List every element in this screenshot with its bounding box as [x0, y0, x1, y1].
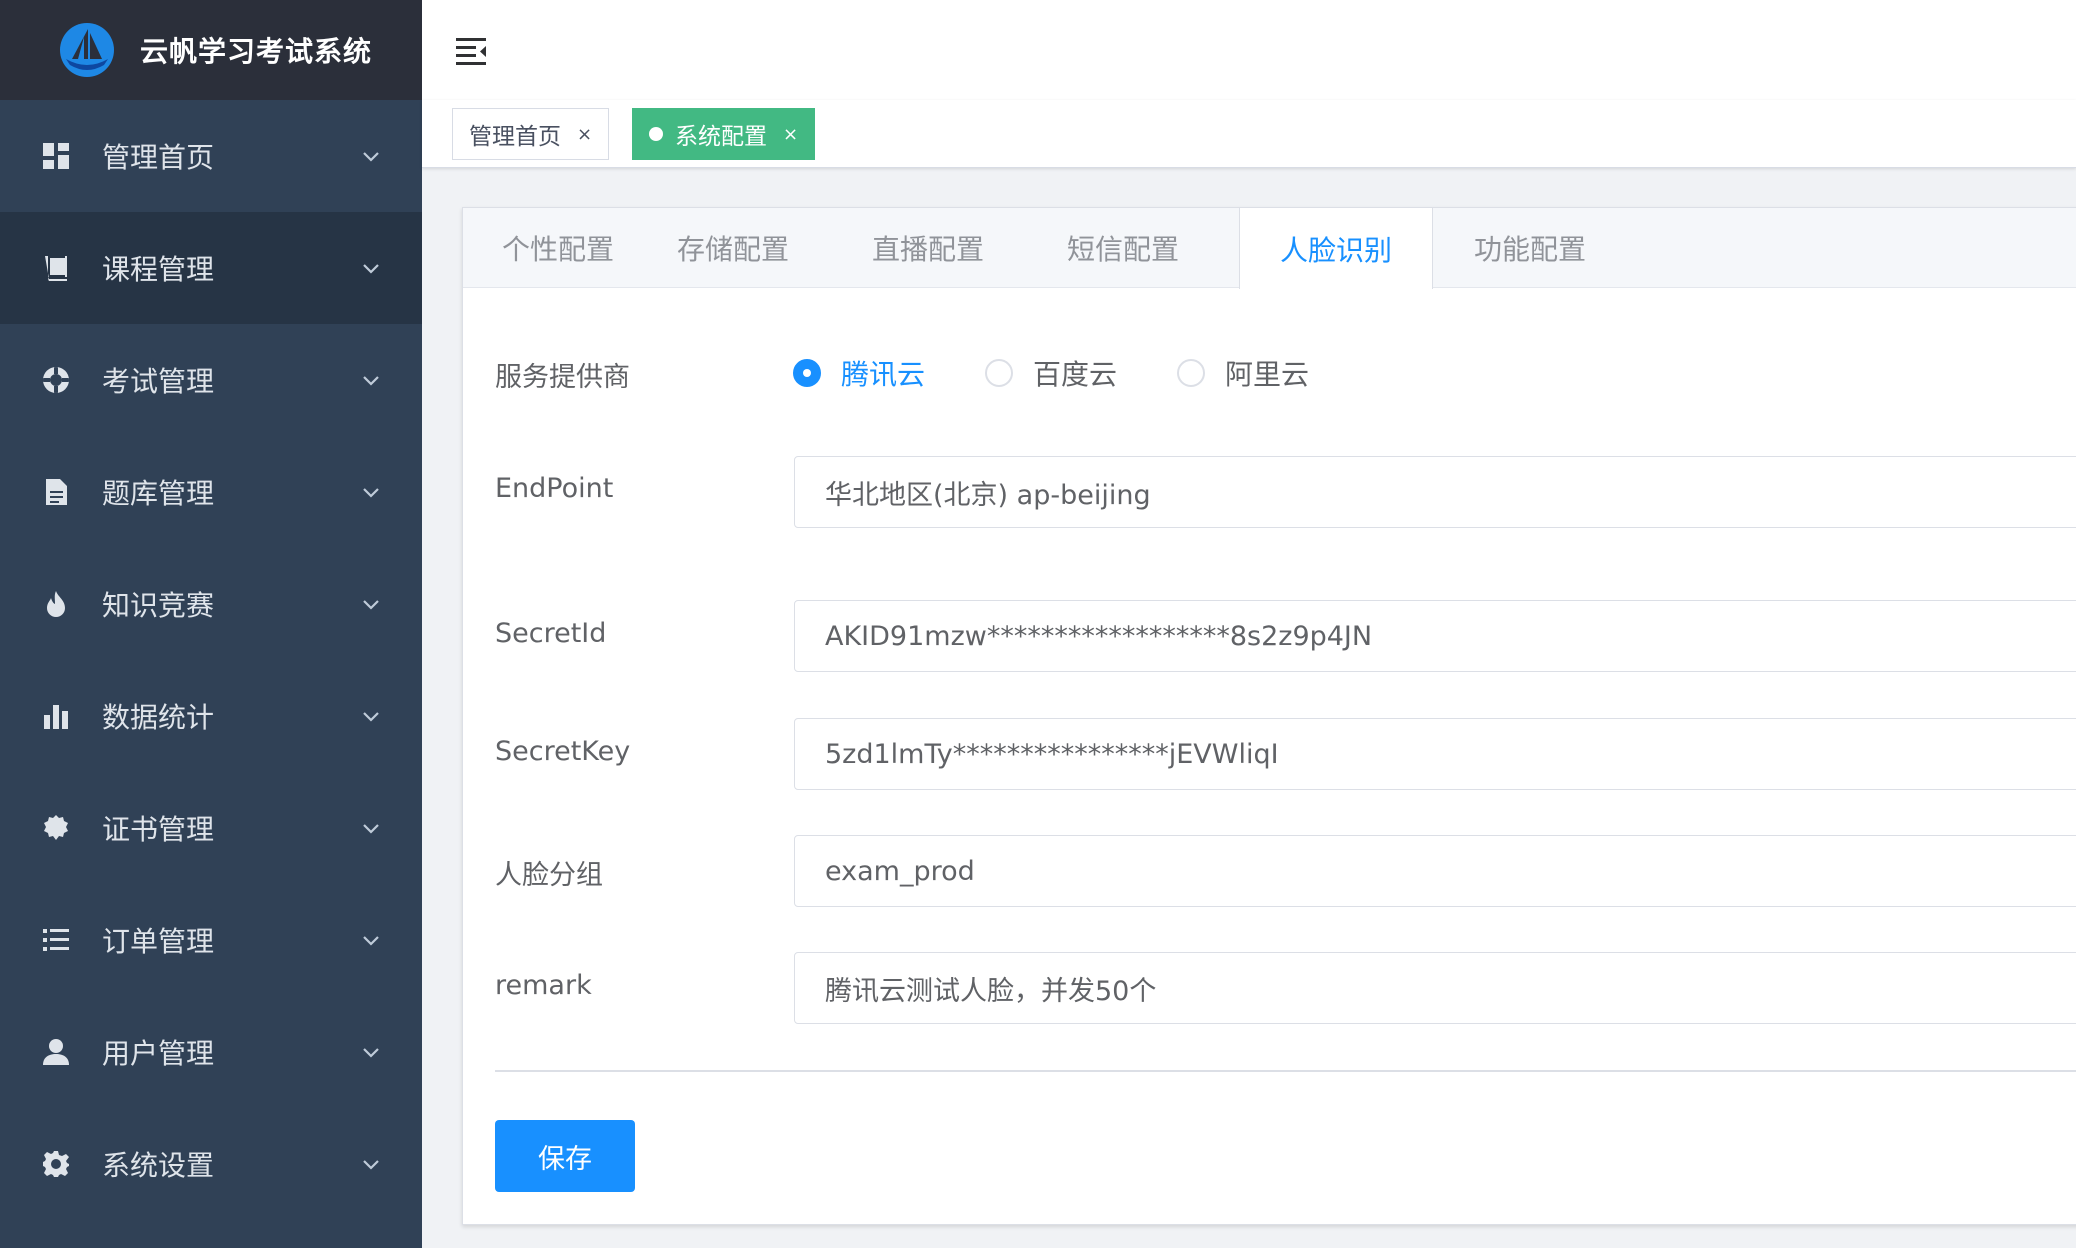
tag-label: 管理首页 [469, 124, 561, 150]
document-icon [40, 476, 72, 508]
chevron-down-icon [362, 595, 380, 613]
bar-chart-icon [40, 700, 72, 732]
sidebar-item-exams[interactable]: 考试管理 [0, 324, 422, 436]
exam-icon [40, 364, 72, 396]
list-icon [40, 924, 72, 956]
close-icon[interactable]: × [783, 124, 798, 145]
face-group-input[interactable] [794, 835, 2076, 907]
form-divider [495, 1070, 2076, 1072]
sidebar-item-certificates[interactable]: 证书管理 [0, 772, 422, 884]
hamburger-menu-icon[interactable] [454, 33, 488, 67]
sidebar-item-label: 数据统计 [102, 701, 215, 734]
sidebar-item-settings[interactable]: 系统设置 [0, 1108, 422, 1220]
remark-input[interactable] [794, 952, 2076, 1024]
sidebar-menu: 管理首页 课程管理 考试管理 题库管理 知识竞赛 数据统计 证书管理 订单管理 … [0, 100, 422, 1220]
sidebar-item-users[interactable]: 用户管理 [0, 996, 422, 1108]
radio-circle[interactable] [1177, 359, 1206, 387]
radio-circle[interactable] [793, 359, 821, 387]
sidebar-item-question-bank[interactable]: 题库管理 [0, 436, 422, 548]
active-dot-icon [649, 127, 663, 141]
sidebar-item-label: 系统设置 [102, 1149, 215, 1182]
sidebar-item-contest[interactable]: 知识竞赛 [0, 548, 422, 660]
certificate-icon [40, 812, 72, 844]
chevron-down-icon [362, 483, 380, 501]
sidebar-item-courses[interactable]: 课程管理 [0, 212, 422, 324]
face-group-label: 人脸分组 [495, 860, 603, 891]
radio-tencent[interactable]: 腾讯云 [793, 353, 925, 393]
sidebar-item-statistics[interactable]: 数据统计 [0, 660, 422, 772]
config-card: 个性配置 存储配置 直播配置 短信配置 人脸识别 功能配置 服务提供商 腾讯云 … [462, 207, 2076, 1225]
chevron-down-icon [362, 1043, 380, 1061]
fire-icon [40, 588, 72, 620]
tab-feature-config[interactable]: 功能配置 [1433, 208, 1627, 288]
radio-label: 百度云 [1033, 358, 1118, 391]
secret-id-label: SecretId [495, 618, 607, 649]
sidebar-item-orders[interactable]: 订单管理 [0, 884, 422, 996]
sidebar-item-label: 用户管理 [102, 1037, 215, 1070]
sailboat-logo-icon [60, 23, 114, 77]
radio-aliyun[interactable]: 阿里云 [1177, 353, 1309, 393]
chevron-down-icon [362, 1155, 380, 1173]
book-icon [40, 252, 72, 284]
sidebar-item-label: 题库管理 [102, 477, 215, 510]
tags-view: 管理首页 × 系统配置 × [422, 100, 2076, 168]
chevron-down-icon [362, 819, 380, 837]
tag-label: 系统配置 [675, 124, 767, 150]
tag-system-config[interactable]: 系统配置 × [632, 108, 816, 160]
chevron-down-icon [362, 147, 380, 165]
endpoint-label: EndPoint [495, 473, 614, 504]
brand: 云帆学习考试系统 [0, 0, 422, 100]
chevron-down-icon [362, 931, 380, 949]
provider-label: 服务提供商 [495, 362, 630, 393]
radio-baidu[interactable]: 百度云 [985, 353, 1117, 393]
sidebar-item-label: 知识竞赛 [102, 589, 215, 622]
tag-dashboard[interactable]: 管理首页 × [452, 108, 610, 160]
app-title: 云帆学习考试系统 [140, 35, 373, 68]
secret-id-input[interactable] [794, 600, 2076, 672]
radio-circle[interactable] [985, 359, 1014, 387]
top-navbar [422, 0, 2076, 100]
sidebar-item-dashboard[interactable]: 管理首页 [0, 100, 422, 212]
user-icon [40, 1036, 72, 1068]
tab-sms-config[interactable]: 短信配置 [1003, 208, 1243, 288]
config-tabs: 个性配置 存储配置 直播配置 短信配置 人脸识别 功能配置 [463, 208, 2076, 289]
gear-icon [40, 1148, 72, 1180]
sidebar-item-label: 证书管理 [102, 813, 215, 846]
save-button[interactable]: 保存 [495, 1120, 635, 1192]
sidebar-item-label: 课程管理 [102, 253, 215, 286]
sidebar-item-label: 管理首页 [102, 141, 215, 174]
tab-face-recognition[interactable]: 人脸识别 [1239, 208, 1433, 289]
close-icon[interactable]: × [577, 124, 592, 145]
secret-key-label: SecretKey [495, 736, 631, 767]
dashboard-icon [40, 140, 72, 172]
radio-label: 阿里云 [1225, 358, 1310, 391]
secret-key-input[interactable] [794, 718, 2076, 790]
sidebar: 云帆学习考试系统 管理首页 课程管理 考试管理 题库管理 知识竞赛 数据统计 证… [0, 0, 422, 1248]
chevron-down-icon [362, 371, 380, 389]
chevron-down-icon [362, 259, 380, 277]
chevron-down-icon [362, 707, 380, 725]
provider-radio-group: 腾讯云 百度云 阿里云 [793, 353, 1369, 393]
radio-label: 腾讯云 [841, 358, 926, 391]
remark-label: remark [495, 970, 592, 1001]
endpoint-input[interactable] [794, 456, 2076, 528]
sidebar-item-label: 订单管理 [102, 925, 215, 958]
sidebar-item-label: 考试管理 [102, 365, 215, 398]
